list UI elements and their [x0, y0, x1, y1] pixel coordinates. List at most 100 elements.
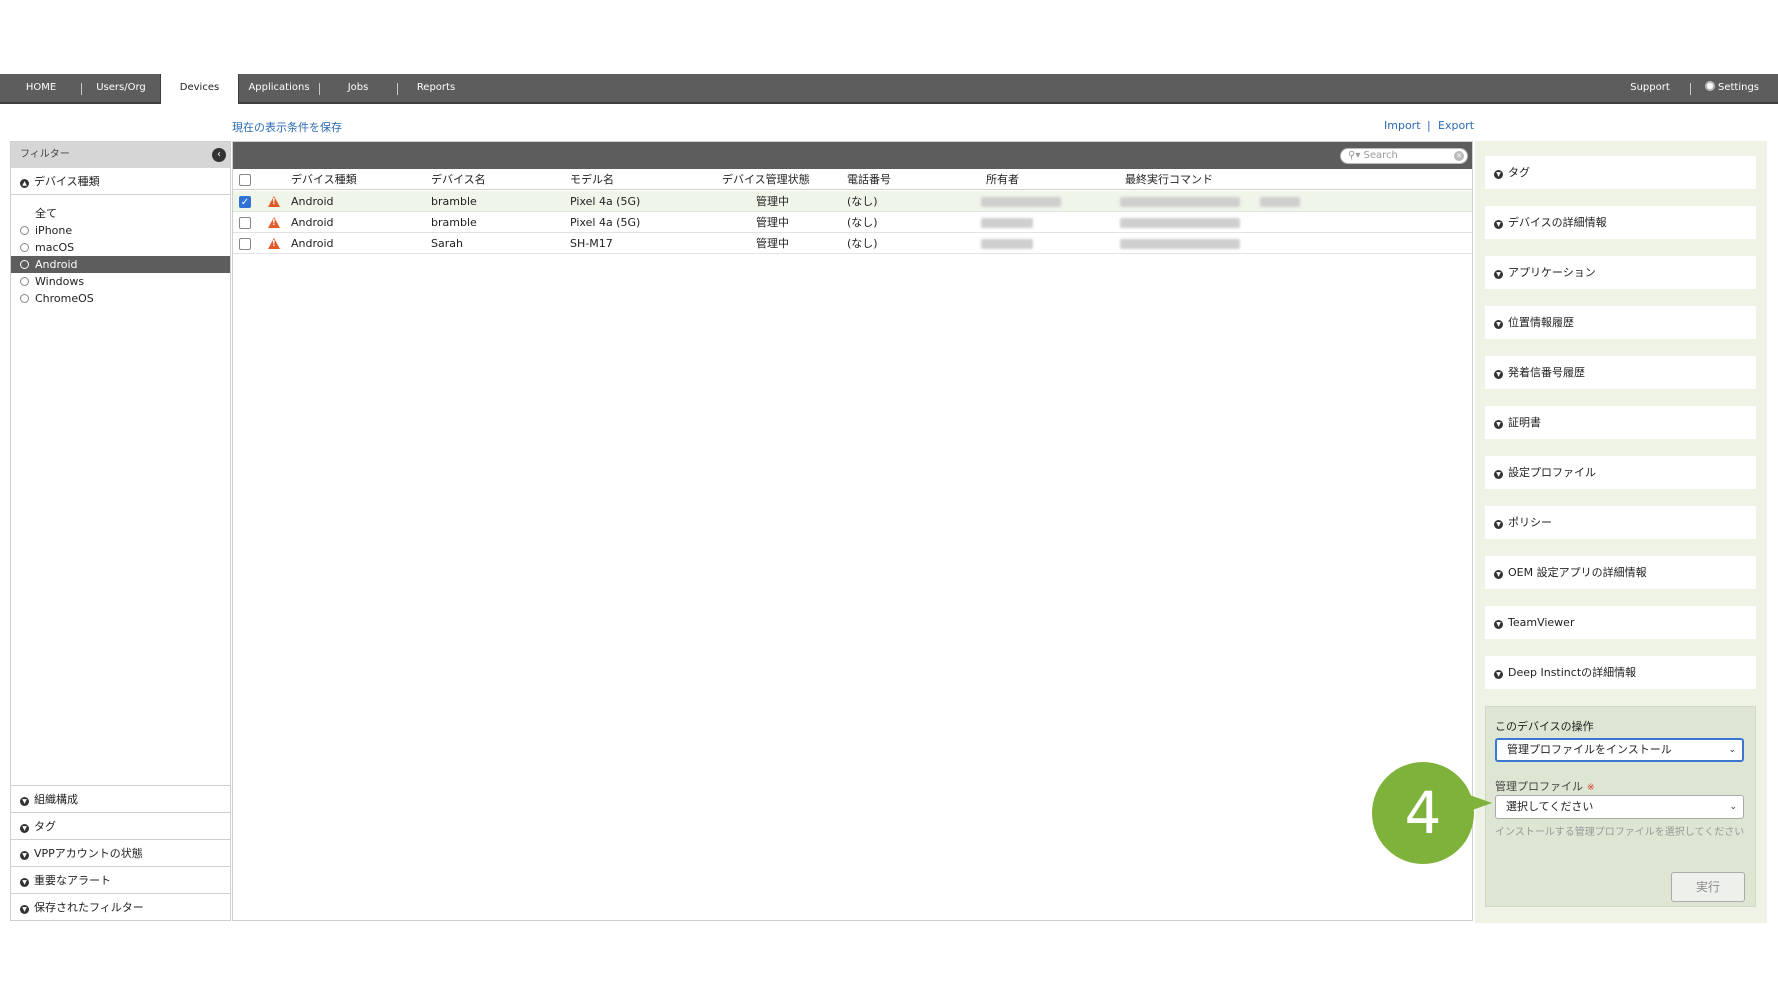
accordion-label: タグ — [1508, 166, 1530, 179]
section-label: 重要なアラート — [34, 874, 111, 887]
link-separator: | — [1427, 119, 1431, 132]
accordion-label: Deep Instinctの詳細情報 — [1508, 666, 1637, 679]
accordion-deep-instinct[interactable]: ▼ Deep Instinctの詳細情報 — [1485, 656, 1756, 689]
import-link[interactable]: Import — [1384, 119, 1421, 132]
col-phone[interactable]: 電話番号 — [847, 169, 891, 190]
col-model[interactable]: モデル名 — [570, 169, 614, 190]
row-checkbox[interactable] — [239, 238, 251, 250]
chevron-down-icon: ▼ — [1494, 420, 1503, 429]
section-alerts[interactable]: ▼ 重要なアラート — [11, 866, 230, 893]
filter-item-all[interactable]: 全て — [11, 205, 230, 222]
operations-title: このデバイスの操作 — [1495, 720, 1594, 733]
accordion-label: OEM 設定アプリの詳細情報 — [1508, 566, 1647, 579]
device-type-section[interactable]: ▲ デバイス種類 — [11, 168, 230, 195]
cell-phone: (なし) — [847, 195, 878, 208]
cell-name: bramble — [431, 216, 477, 229]
device-detail-panel: ▼ タグ ▼ デバイスの詳細情報 ▼ アプリケーション ▼ 位置情報履歴 ▼ 発着信番号履… — [1475, 141, 1767, 923]
section-tag[interactable]: ▼ タグ — [11, 812, 230, 839]
col-device-name[interactable]: デバイス名 — [431, 169, 486, 190]
filter-item-label: ChromeOS — [35, 292, 94, 305]
run-button[interactable]: 実行 — [1671, 872, 1745, 902]
tab-devices[interactable]: Devices — [160, 74, 239, 104]
cell-status: 管理中 — [756, 237, 789, 250]
action-select[interactable]: 管理プロファイルをインストール ⌄ — [1495, 738, 1744, 762]
filter-item-android[interactable]: Android — [11, 256, 230, 273]
filter-bottom-sections: ▼ 組織構成 ▼ タグ ▼ VPPアカウントの状態 ▼ 重要なアラート ▼ 保存されたフィ… — [11, 785, 230, 920]
accordion-teamviewer[interactable]: ▼ TeamViewer — [1485, 606, 1756, 639]
filter-item-label: Android — [35, 258, 78, 271]
chevron-down-icon: ▼ — [1494, 520, 1503, 529]
search-input[interactable]: ⚲▾ Search ✕ — [1340, 148, 1468, 164]
profile-select[interactable]: 選択してください ⌄ — [1495, 795, 1744, 819]
filter-item-label: Windows — [35, 275, 85, 288]
filter-header: フィルター ‹ — [11, 142, 230, 168]
accordion-certificates[interactable]: ▼ 証明書 — [1485, 406, 1756, 439]
chevron-down-icon: ▼ — [1494, 320, 1503, 329]
filter-item-label: macOS — [35, 241, 75, 254]
filter-item-iphone[interactable]: iPhone — [11, 222, 230, 239]
chevron-down-icon: ▼ — [1494, 220, 1503, 229]
accordion-location-history[interactable]: ▼ 位置情報履歴 — [1485, 306, 1756, 339]
radio-icon — [20, 277, 29, 286]
row-checkbox[interactable]: ✓ — [239, 196, 251, 208]
col-status[interactable]: デバイス管理状態 — [722, 169, 810, 190]
radio-icon — [20, 260, 29, 269]
section-vpp[interactable]: ▼ VPPアカウントの状態 — [11, 839, 230, 866]
clear-icon[interactable]: ✕ — [1454, 151, 1464, 161]
collapse-left-icon[interactable]: ‹ — [212, 148, 226, 162]
tab-reports[interactable]: Reports — [397, 74, 475, 102]
accordion-config-profiles[interactable]: ▼ 設定プロファイル — [1485, 456, 1756, 489]
row-checkbox[interactable] — [239, 217, 251, 229]
required-mark: ※ — [1587, 783, 1595, 793]
table-toolbar: ⚲▾ Search ✕ — [233, 142, 1472, 169]
cell-type: Android — [291, 195, 334, 208]
warning-icon: ! — [268, 217, 280, 228]
accordion-label: TeamViewer — [1508, 616, 1575, 629]
filter-title: フィルター — [20, 149, 70, 160]
accordion-label: 証明書 — [1508, 416, 1541, 429]
redacted-owner — [981, 239, 1033, 249]
accordion-label: 発着信番号履歴 — [1508, 366, 1585, 379]
accordion-call-history[interactable]: ▼ 発着信番号履歴 — [1485, 356, 1756, 389]
accordion-applications[interactable]: ▼ アプリケーション — [1485, 256, 1756, 289]
tab-users-org[interactable]: Users/Org — [82, 74, 160, 102]
device-operations: このデバイスの操作 管理プロファイルをインストール ⌄ 管理プロファイル ※ 選択… — [1485, 706, 1756, 907]
chevron-down-icon: ▼ — [1494, 670, 1503, 679]
chevron-down-icon: ▼ — [1494, 570, 1503, 579]
tab-home[interactable]: HOME — [0, 74, 82, 102]
select-all-checkbox[interactable] — [239, 174, 251, 186]
col-last-command[interactable]: 最終実行コマンド — [1125, 169, 1213, 190]
profile-help-text: インストールする管理プロファイルを選択してください — [1495, 827, 1745, 838]
cell-name: bramble — [431, 195, 477, 208]
table-row[interactable]: ! Android Sarah SH-M17 管理中 (なし) — [233, 233, 1472, 254]
filter-item-macos[interactable]: macOS — [11, 239, 230, 256]
accordion-label: アプリケーション — [1508, 266, 1596, 279]
filter-item-chromeos[interactable]: ChromeOS — [11, 290, 230, 307]
settings-button[interactable]: Settings — [1700, 74, 1764, 102]
radio-icon — [20, 294, 29, 303]
filter-item-windows[interactable]: Windows — [11, 273, 230, 290]
radio-icon — [20, 243, 29, 252]
support-link[interactable]: Support — [1626, 74, 1674, 102]
redacted-command — [1120, 218, 1240, 228]
accordion-device-details[interactable]: ▼ デバイスの詳細情報 — [1485, 206, 1756, 239]
section-saved-filters[interactable]: ▼ 保存されたフィルター — [11, 893, 230, 920]
action-select-value: 管理プロファイルをインストール — [1507, 743, 1672, 756]
export-link[interactable]: Export — [1438, 119, 1474, 132]
tab-jobs[interactable]: Jobs — [319, 74, 397, 102]
redacted-owner — [981, 197, 1061, 207]
col-device-type[interactable]: デバイス種類 — [291, 169, 357, 190]
accordion-tag[interactable]: ▼ タグ — [1485, 156, 1756, 189]
save-view-link[interactable]: 現在の表示条件を保存 — [232, 119, 342, 135]
accordion-oem-config[interactable]: ▼ OEM 設定アプリの詳細情報 — [1485, 556, 1756, 589]
gear-icon — [1704, 81, 1715, 91]
accordion-policy[interactable]: ▼ ポリシー — [1485, 506, 1756, 539]
tab-applications[interactable]: Applications — [239, 74, 319, 102]
section-org[interactable]: ▼ 組織構成 — [11, 785, 230, 812]
col-owner[interactable]: 所有者 — [986, 169, 1019, 190]
table-row[interactable]: ! Android bramble Pixel 4a (5G) 管理中 (なし) — [233, 212, 1472, 233]
chevron-up-icon: ▲ — [20, 179, 29, 188]
cell-model: Pixel 4a (5G) — [570, 195, 641, 208]
section-label: 保存されたフィルター — [34, 901, 144, 914]
table-row[interactable]: ✓ ! Android bramble Pixel 4a (5G) 管理中 (な… — [233, 191, 1472, 212]
